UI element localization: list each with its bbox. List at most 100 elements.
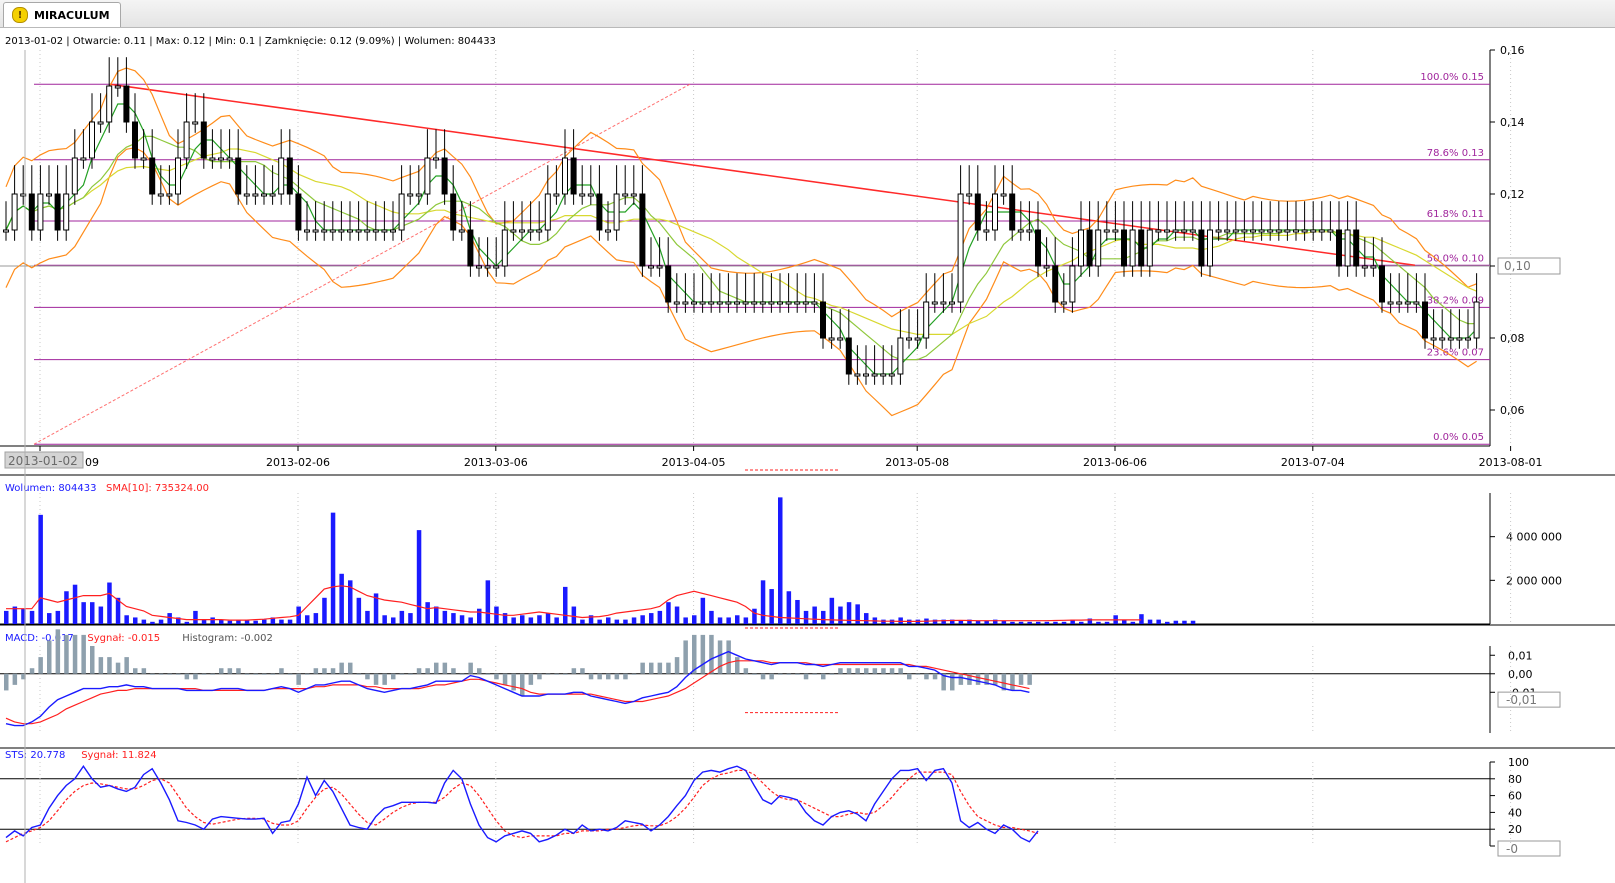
volume-bar: [477, 608, 482, 624]
candle-body: [1404, 301, 1411, 305]
volume-bar: [545, 613, 551, 624]
volume-bar: [786, 591, 792, 624]
macd-histogram-bar: [993, 673, 998, 685]
macd-histogram-bar: [588, 673, 594, 680]
macd-histogram-bar: [717, 640, 723, 674]
candle-body: [751, 301, 758, 305]
candle-body: [613, 193, 620, 231]
candle-body: [1035, 229, 1041, 267]
volume-bar: [821, 610, 826, 624]
macd-histogram-bar: [898, 668, 903, 674]
macd-histogram-bar: [12, 673, 18, 685]
volume-bar: [1104, 621, 1110, 624]
macd-histogram-bar: [124, 657, 129, 674]
volume-sma-line: [6, 585, 1142, 622]
stochastic-y-tick-label: 100: [1508, 756, 1529, 769]
macd-histogram-bar: [1018, 673, 1024, 685]
macd-histogram-bar: [812, 673, 817, 675]
volume-bar: [468, 617, 473, 624]
candle-body: [286, 157, 293, 195]
volume-bar: [55, 610, 61, 624]
candle-body: [1456, 337, 1463, 341]
candle-body: [89, 121, 95, 159]
volume-bar: [735, 615, 740, 624]
macd-histogram-bar: [907, 673, 912, 680]
candle-body: [742, 301, 749, 305]
macd-histogram-bar: [769, 673, 774, 680]
volume-bar: [38, 514, 43, 624]
price-panel[interactable]: 0,16 0,14 0,12 0,10 0,08 0,06 2013-02-06 2013-0…: [0, 44, 1561, 471]
macd-histogram-bar: [141, 668, 147, 674]
macd-histogram-bar: [468, 662, 473, 674]
candle-body: [837, 337, 844, 341]
stochastic-y-tick-label: 60: [1508, 790, 1522, 803]
candle-body: [1095, 229, 1102, 267]
candle-body: [1078, 229, 1084, 267]
volume-bar: [580, 619, 585, 624]
volume-bar: [90, 602, 95, 624]
macd-histogram-bar: [606, 673, 611, 680]
candle-body: [1043, 265, 1050, 269]
volume-bar: [683, 617, 688, 624]
macd-histogram-bar: [425, 668, 430, 674]
stochastic-panel[interactable]: STS: 20.778 Sygnał: 11.82410080604020-0: [0, 747, 1615, 857]
candle-body: [682, 301, 689, 305]
volume-bar: [614, 619, 620, 624]
macd-histogram-bar: [107, 657, 112, 674]
envelope-upper-line: [5, 67, 1477, 318]
candle-body: [562, 157, 568, 195]
candle-body: [1198, 229, 1205, 267]
macd-legend-1: Sygnał: -0.015: [87, 633, 160, 644]
volume-bar: [124, 615, 129, 624]
volume-bar: [141, 619, 147, 624]
candle-body: [536, 229, 543, 233]
volume-bar: [1147, 619, 1153, 624]
macd-histogram-bar: [786, 673, 792, 675]
candle-body: [1413, 301, 1420, 305]
macd-histogram-bar: [743, 668, 749, 674]
candle-body: [28, 193, 35, 231]
macd-histogram-bar: [838, 668, 843, 674]
macd-histogram-bar: [434, 662, 439, 674]
candle-body: [1361, 265, 1368, 269]
volume-bar: [313, 613, 319, 624]
tab-miraculum[interactable]: ! MIRACULUM: [3, 2, 121, 27]
x-tick-label: 2013-05-08: [885, 456, 949, 469]
volume-bar: [210, 617, 215, 624]
stock-chart[interactable]: 2013-01-02 | Otwarcie: 0.11 | Max: 0.12 …: [0, 28, 1615, 883]
macd-histogram-bar: [477, 668, 482, 674]
candle-body: [312, 229, 319, 233]
volume-bar: [1096, 621, 1101, 624]
volume-bar: [1036, 621, 1041, 624]
candle-body: [321, 229, 328, 233]
candle-body: [355, 229, 362, 233]
macd-histogram-bar: [726, 640, 731, 674]
candle-body: [699, 301, 706, 305]
candle-body: [476, 265, 482, 269]
macd-histogram-bar: [38, 657, 43, 674]
macd-histogram-bar: [709, 634, 714, 674]
volume-bar: [752, 608, 757, 624]
volume-bar: [709, 610, 714, 624]
macd-histogram-bar: [47, 640, 52, 674]
candle-body: [802, 301, 809, 305]
macd-panel[interactable]: MACD: -0.017 Sygnał: -0.015 Histogram: -0.…: [0, 624, 1615, 733]
volume-bar: [537, 615, 542, 624]
volume-bar: [434, 606, 439, 624]
volume-bar: [184, 621, 190, 624]
macd-legend-0: MACD: -0.017: [5, 633, 74, 644]
volume-bar: [408, 613, 413, 624]
macd-histogram-bar: [760, 673, 766, 680]
volume-bar: [700, 597, 706, 624]
volume-bar: [563, 586, 568, 624]
macd-histogram-bar: [674, 657, 680, 674]
volume-bar: [898, 617, 903, 624]
candle-body: [149, 157, 156, 195]
candle-body: [673, 301, 680, 305]
candle-body: [226, 157, 233, 161]
candle-body: [132, 121, 138, 159]
volume-bar: [305, 615, 310, 624]
volume-bar: [107, 582, 112, 624]
macd-histogram-bar: [846, 668, 852, 674]
volume-panel[interactable]: Wolumen: 804433 SMA[10]: 735324.00 4 000 0…: [0, 474, 1615, 629]
